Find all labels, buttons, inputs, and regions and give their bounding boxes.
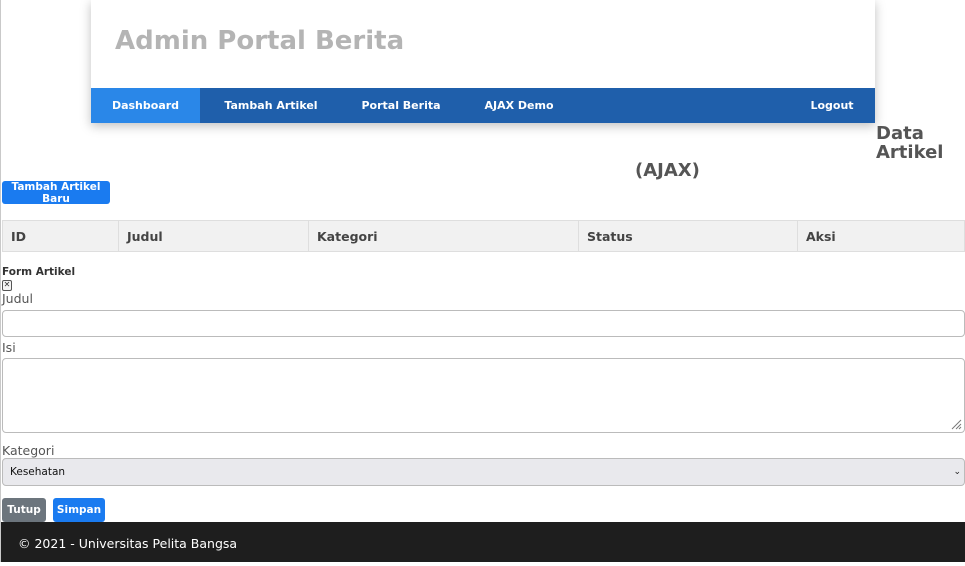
column-status[interactable]: Status — [578, 220, 798, 252]
page-title-line1: Data — [876, 123, 924, 144]
table-header-row: ID Judul Kategori Status Aksi — [2, 220, 965, 252]
chevron-down-icon: ⌄ — [953, 467, 961, 477]
header: Admin Portal Berita Dashboard Tambah Art… — [91, 0, 875, 123]
main-nav: Dashboard Tambah Artikel Portal Berita A… — [91, 88, 875, 123]
page-title: Data Artikel — [876, 124, 956, 162]
kategori-label: Kategori — [2, 443, 55, 458]
nav-tambah-artikel[interactable]: Tambah Artikel — [216, 88, 326, 123]
nav-ajax-demo[interactable]: AJAX Demo — [478, 88, 560, 123]
isi-textarea[interactable] — [2, 358, 965, 433]
judul-input[interactable] — [2, 310, 965, 337]
judul-label: Judul — [2, 291, 33, 306]
column-id[interactable]: ID — [2, 220, 119, 252]
form-title: Form Artikel — [2, 266, 76, 278]
footer-copyright: © 2021 - Universitas Pelita Bangsa — [18, 536, 238, 551]
nav-dashboard[interactable]: Dashboard — [91, 88, 200, 123]
add-article-button[interactable]: Tambah Artikel Baru — [2, 181, 110, 205]
nav-portal-berita[interactable]: Portal Berita — [353, 88, 449, 123]
tutup-button[interactable]: Tutup — [2, 498, 46, 522]
kategori-selected-value: Kesehatan — [10, 466, 66, 478]
resize-handle-icon[interactable] — [950, 418, 962, 430]
isi-label: Isi — [2, 340, 16, 355]
kategori-select[interactable]: Kesehatan ⌄ — [2, 458, 965, 486]
articles-table: ID Judul Kategori Status Aksi — [2, 220, 965, 252]
column-kategori[interactable]: Kategori — [308, 220, 579, 252]
site-title: Admin Portal Berita — [115, 26, 405, 56]
column-aksi[interactable]: Aksi — [797, 220, 965, 252]
footer: © 2021 - Universitas Pelita Bangsa — [1, 522, 965, 562]
simpan-button[interactable]: Simpan — [53, 498, 105, 522]
nav-logout[interactable]: Logout — [803, 88, 861, 123]
close-icon[interactable]: ✕ — [2, 280, 12, 291]
page-title-suffix: (AJAX) — [635, 160, 700, 181]
page-title-line2: Artikel — [876, 142, 944, 163]
column-judul[interactable]: Judul — [118, 220, 309, 252]
